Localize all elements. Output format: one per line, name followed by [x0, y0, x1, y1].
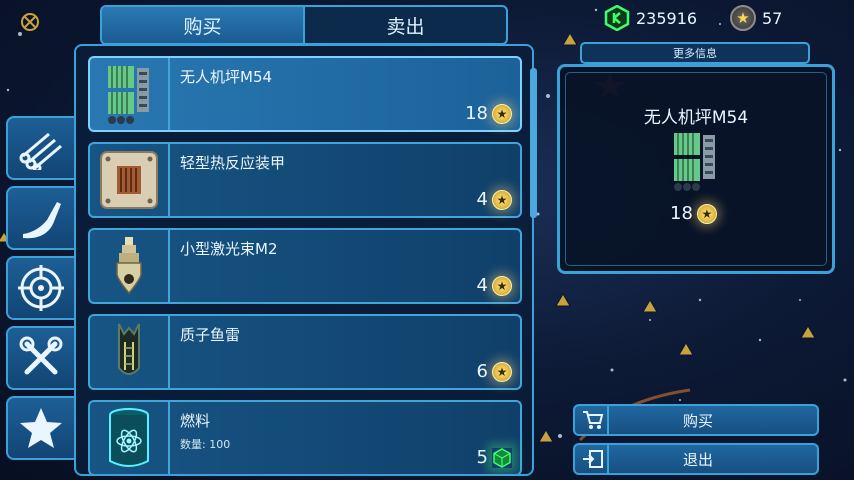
star-price-icon: ★ [492, 361, 512, 382]
stars-value: 57 [762, 8, 783, 28]
category-tools[interactable] [6, 326, 74, 390]
item-list-panel: 无人机坪M54 18 ★ 轻型热反应装甲 4 ★ 小型激光束M2 4 ★ 质子鱼… [74, 44, 534, 476]
item-price-value: 4 [476, 275, 488, 296]
item-price: 6 ★ [477, 361, 512, 382]
item-price-value: 6 [476, 361, 488, 382]
target-icon [18, 265, 64, 311]
item-name: 无人机坪M54 [180, 68, 273, 86]
item-price-value: 4 [476, 189, 488, 210]
list-item[interactable]: 小型激光束M2 4 ★ [88, 228, 522, 304]
category-pipes[interactable] [6, 116, 74, 180]
item-price: 4 ★ [477, 189, 512, 210]
star-currency-icon: ★ [730, 5, 756, 31]
item-thumb [90, 230, 170, 302]
star-price-icon: ★ [492, 189, 512, 210]
item-thumb [90, 144, 170, 216]
item-price-value: 18 [465, 103, 488, 124]
category-crane[interactable] [6, 186, 74, 250]
list-item[interactable]: 质子鱼雷 6 ★ [88, 314, 522, 390]
credits-hex-icon [604, 5, 630, 31]
credits-cube-icon [493, 447, 511, 468]
torpedo-icon [118, 323, 140, 375]
item-price: 5 [477, 447, 512, 468]
item-thumb [90, 402, 170, 474]
exit-icon-wrap [579, 445, 609, 473]
star-price-icon: ★ [492, 275, 512, 296]
star-price-icon: ★ [696, 203, 717, 224]
list-item[interactable]: 无人机坪M54 18 ★ [88, 56, 522, 132]
exit-door-icon [583, 450, 603, 468]
fuel-barrel-icon [109, 408, 149, 467]
item-thumb [90, 316, 170, 388]
credits-value: 235916 [636, 8, 698, 28]
list-scrollbar[interactable] [530, 68, 537, 218]
item-price: 18 ★ [465, 103, 512, 124]
drone-bay-icon [674, 133, 715, 191]
item-name: 质子鱼雷 [180, 326, 241, 344]
stars-display: ★ 57 [730, 4, 782, 32]
tab-buy[interactable]: 购买 [102, 7, 303, 43]
buy-button-label: 购买 [682, 411, 713, 430]
pipes-icon [19, 132, 62, 170]
item-quantity: 数量: 100 [180, 438, 231, 451]
buy-button[interactable]: 购买 [573, 404, 819, 436]
exit-button-label: 退出 [682, 450, 713, 469]
item-name: 燃料 [180, 412, 211, 430]
drone-bay-icon [108, 66, 149, 124]
info-price: 18 ★ [670, 203, 717, 224]
list-item[interactable]: 燃料 数量: 100 5 [88, 400, 522, 474]
credits-display: 235916 [604, 4, 697, 32]
more-info-label: 更多信息 [580, 42, 810, 64]
item-price: 4 ★ [477, 275, 512, 296]
buy-sell-tabs: 购买 卖出 [100, 5, 508, 45]
list-item[interactable]: 轻型热反应装甲 4 ★ [88, 142, 522, 218]
item-thumb [90, 58, 170, 130]
item-name: 轻型热反应装甲 [180, 154, 286, 172]
cart-icon [583, 411, 604, 429]
info-price-value: 18 [670, 203, 693, 224]
item-info-panel: 无人机坪M54 18 ★ [557, 64, 835, 274]
item-price-value: 5 [476, 447, 488, 468]
armor-plate-icon [100, 151, 158, 209]
crane-arm-icon [23, 202, 61, 239]
star-icon [20, 408, 62, 448]
info-item-name: 无人机坪M54 [643, 108, 749, 128]
category-weapons[interactable] [6, 256, 74, 320]
tab-sell[interactable]: 卖出 [303, 7, 506, 43]
laser-beam-icon [116, 237, 142, 295]
cart-icon-wrap [579, 406, 609, 434]
wrench-tools-icon [19, 336, 63, 375]
exit-button[interactable]: 退出 [573, 443, 819, 475]
star-price-icon: ★ [492, 103, 512, 124]
item-name: 小型激光束M2 [180, 240, 278, 258]
category-special[interactable] [6, 396, 74, 460]
